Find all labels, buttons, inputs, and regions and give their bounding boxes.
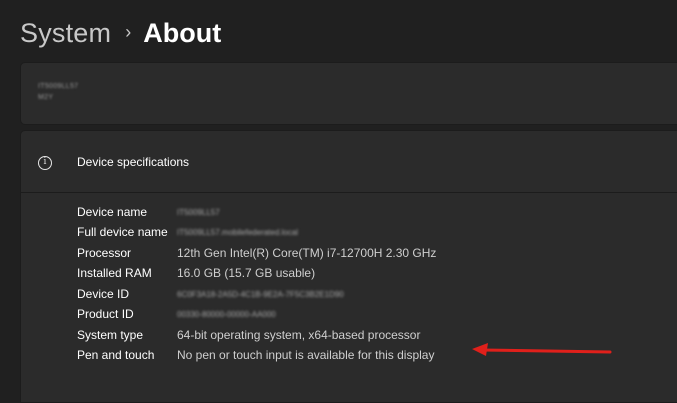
device-summary-card: IT5009LL57 M2Y <box>20 62 677 125</box>
spec-label: Pen and touch <box>77 348 155 362</box>
spec-value: 12th Gen Intel(R) Core(TM) i7-12700H 2.3… <box>177 246 437 260</box>
spec-row-installed-ram: Installed RAM 16.0 GB (15.7 GB usable) <box>21 266 677 286</box>
spec-label: Processor <box>77 246 132 260</box>
spec-row-processor: Processor 12th Gen Intel(R) Core(TM) i7-… <box>21 246 677 266</box>
spec-value-redacted: 6C0F3A18-2A5D-4C1B-9E2A-7F5C3B2E1D90 <box>177 290 344 299</box>
pc-model-redacted: M2Y <box>38 94 54 101</box>
spec-row-product-id: Product ID 00330-80000-00000-AA000 <box>21 307 677 327</box>
device-specifications-title: Device specifications <box>77 155 190 169</box>
info-icon: i <box>38 156 52 170</box>
spec-row-device-name: Device name IT5009LL57 <box>21 205 677 225</box>
spec-label: Device ID <box>77 287 130 301</box>
spec-row-full-device-name: Full device name IT5009LL57.mobilefedera… <box>21 225 677 245</box>
spec-label: Installed RAM <box>77 266 152 280</box>
spec-label: Full device name <box>77 225 168 239</box>
device-specifications-card: i Device specifications Device name IT50… <box>20 130 677 403</box>
spec-value-redacted: IT5009LL57 <box>177 208 220 217</box>
chevron-right-icon: › <box>125 21 132 42</box>
spec-value: No pen or touch input is available for t… <box>177 348 435 362</box>
breadcrumb: System › About <box>20 13 221 53</box>
red-arrow-annotation-icon <box>472 343 612 356</box>
breadcrumb-system-link[interactable]: System <box>20 18 111 49</box>
spec-row-device-id: Device ID 6C0F3A18-2A5D-4C1B-9E2A-7F5C3B… <box>21 287 677 307</box>
spec-value-redacted: 00330-80000-00000-AA000 <box>177 310 276 319</box>
spec-label: Device name <box>77 205 148 219</box>
spec-label: Product ID <box>77 307 134 321</box>
spec-value: 64-bit operating system, x64-based proce… <box>177 328 421 342</box>
about-page: System › About IT5009LL57 M2Y i Device s… <box>0 0 677 403</box>
spec-value-redacted: IT5009LL57.mobilefederated.local <box>177 228 298 237</box>
pc-name-redacted: IT5009LL57 <box>38 83 79 90</box>
spec-label: System type <box>77 328 144 342</box>
spec-value: 16.0 GB (15.7 GB usable) <box>177 266 316 280</box>
device-specifications-header[interactable]: i Device specifications <box>21 131 677 193</box>
page-title: About <box>143 17 222 48</box>
